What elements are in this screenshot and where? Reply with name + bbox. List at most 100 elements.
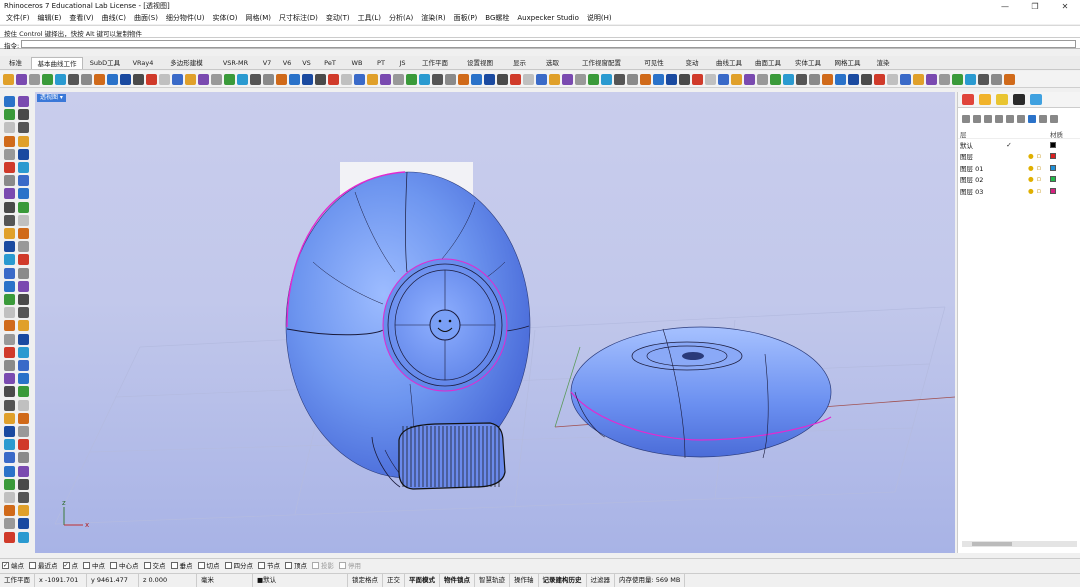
left-tool-icon[interactable] bbox=[18, 294, 29, 305]
toolbar-tool-icon[interactable] bbox=[510, 73, 521, 85]
toolbar-tool-icon[interactable] bbox=[653, 73, 664, 85]
osnap-option[interactable]: ✓ 端点 bbox=[2, 560, 24, 570]
status-toggle[interactable]: 物件锁点 bbox=[440, 573, 475, 587]
toolbar-tool-icon[interactable] bbox=[562, 73, 573, 85]
layer-color-swatch[interactable] bbox=[1050, 164, 1056, 171]
left-tool-icon[interactable] bbox=[4, 452, 15, 464]
tab-15[interactable]: 显示 bbox=[503, 57, 536, 69]
osnap-option[interactable]: 切点 bbox=[197, 560, 220, 570]
osnap-option[interactable]: 停用 bbox=[339, 560, 361, 570]
toolbar-tool-icon[interactable] bbox=[458, 73, 469, 85]
menu-item[interactable]: 细分物件(U) bbox=[162, 13, 209, 23]
menu-item[interactable]: 变动(T) bbox=[322, 13, 354, 23]
tab-21[interactable]: 曲面工具 bbox=[748, 57, 788, 69]
layer-row[interactable]: 图层 03 ● ▫ bbox=[958, 185, 1080, 197]
left-tool-icon[interactable] bbox=[18, 518, 29, 530]
osnap-option[interactable]: 节点 bbox=[258, 560, 280, 570]
left-tool-icon[interactable] bbox=[18, 109, 29, 121]
left-tool-icon[interactable] bbox=[4, 478, 15, 490]
left-tool-icon[interactable] bbox=[4, 241, 15, 253]
tab-9[interactable]: PeT bbox=[316, 57, 344, 69]
left-tool-icon[interactable] bbox=[18, 254, 29, 266]
tab-16[interactable]: 选取 bbox=[536, 57, 569, 69]
toolbar-tool-icon[interactable] bbox=[991, 73, 1002, 85]
toolbar-tool-icon[interactable] bbox=[536, 73, 547, 85]
left-tool-icon[interactable] bbox=[4, 492, 15, 503]
layer-scrollbar[interactable] bbox=[962, 541, 1077, 547]
tab-18[interactable]: 可见性 bbox=[634, 57, 674, 69]
menu-item[interactable]: 实体(O) bbox=[209, 13, 242, 23]
osnap-checkbox[interactable] bbox=[285, 561, 292, 569]
tab-0[interactable]: 标准 bbox=[0, 57, 31, 69]
tab-8[interactable]: VS bbox=[297, 57, 316, 69]
osnap-option[interactable]: 投影 bbox=[312, 560, 334, 570]
toolbar-tool-icon[interactable] bbox=[900, 73, 911, 85]
lightbulb-icon[interactable]: ● bbox=[1028, 187, 1034, 195]
menu-item[interactable]: 尺寸标注(D) bbox=[275, 13, 322, 23]
left-tool-icon[interactable] bbox=[4, 162, 15, 173]
left-tool-icon[interactable] bbox=[18, 175, 29, 187]
left-tool-icon[interactable] bbox=[4, 214, 15, 226]
layer-color-swatch[interactable] bbox=[1050, 176, 1056, 183]
toolbar-tool-icon[interactable] bbox=[315, 73, 326, 85]
status-toggle[interactable]: 锁定格点 bbox=[348, 573, 383, 587]
lightbulb-icon[interactable]: ● bbox=[1028, 175, 1034, 183]
left-tool-icon[interactable] bbox=[18, 531, 29, 543]
layer-color-swatch[interactable] bbox=[1050, 187, 1056, 194]
left-tool-icon[interactable] bbox=[18, 201, 29, 213]
close-button[interactable]: ✕ bbox=[1050, 0, 1080, 12]
toolbar-tool-icon[interactable] bbox=[224, 73, 235, 85]
left-tool-icon[interactable] bbox=[4, 439, 15, 451]
toolbar-tool-icon[interactable] bbox=[692, 73, 703, 85]
toolbar-tool-icon[interactable] bbox=[172, 73, 183, 85]
left-tool-icon[interactable] bbox=[18, 320, 29, 332]
osnap-option[interactable]: 中点 bbox=[83, 560, 105, 570]
toolbar-tool-icon[interactable] bbox=[978, 73, 989, 85]
osnap-checkbox[interactable] bbox=[312, 561, 319, 569]
osnap-option[interactable]: 垂点 bbox=[170, 560, 193, 570]
perspective-viewport[interactable]: z x 透视图 ▾ bbox=[35, 92, 955, 553]
lock-icon[interactable]: ▫ bbox=[1037, 187, 1041, 195]
menu-item[interactable]: 查看(V) bbox=[65, 13, 97, 23]
toolbar-tool-icon[interactable] bbox=[68, 73, 79, 85]
tab-1[interactable]: 基本曲线工作 bbox=[31, 57, 83, 69]
units-label[interactable]: 毫米 bbox=[197, 573, 253, 587]
osnap-option[interactable]: 最近点 bbox=[29, 560, 58, 570]
tab-22[interactable]: 实体工具 bbox=[788, 57, 828, 69]
tab-2[interactable]: SubD工具 bbox=[83, 57, 127, 69]
toolbar-tool-icon[interactable] bbox=[471, 73, 482, 85]
left-tool-icon[interactable] bbox=[18, 386, 29, 398]
menu-item[interactable]: 渲染(R) bbox=[417, 13, 449, 23]
osnap-checkbox[interactable] bbox=[258, 561, 265, 569]
toolbar-tool-icon[interactable] bbox=[575, 73, 586, 85]
osnap-checkbox[interactable]: ✓ bbox=[2, 561, 9, 569]
toolbar-tool-icon[interactable] bbox=[705, 73, 716, 85]
left-tool-icon[interactable] bbox=[4, 175, 15, 187]
move-up-icon[interactable] bbox=[995, 115, 1003, 123]
toolbar-tool-icon[interactable] bbox=[484, 73, 495, 85]
osnap-option[interactable]: 交点 bbox=[143, 560, 166, 570]
toolbar-tool-icon[interactable] bbox=[380, 73, 391, 85]
menu-item[interactable]: 分析(A) bbox=[385, 13, 417, 23]
properties-tab-icon[interactable] bbox=[962, 94, 974, 105]
toolbar-tool-icon[interactable] bbox=[1004, 73, 1015, 85]
toolbar-tool-icon[interactable] bbox=[432, 73, 443, 85]
layer-color-swatch[interactable] bbox=[1050, 153, 1056, 160]
left-tool-icon[interactable] bbox=[4, 228, 15, 239]
left-tool-icon[interactable] bbox=[18, 214, 29, 226]
left-tool-icon[interactable] bbox=[4, 465, 15, 477]
toolbar-tool-icon[interactable] bbox=[783, 73, 794, 85]
toolbar-tool-icon[interactable] bbox=[211, 73, 222, 85]
status-toggle[interactable]: 平面模式 bbox=[405, 573, 440, 587]
toolbar-tool-icon[interactable] bbox=[419, 73, 430, 85]
toolbar-tool-icon[interactable] bbox=[861, 73, 872, 85]
left-tool-icon[interactable] bbox=[4, 122, 15, 134]
left-tool-icon[interactable] bbox=[4, 412, 15, 424]
status-toggle[interactable]: 正交 bbox=[383, 573, 405, 587]
left-tool-icon[interactable] bbox=[18, 96, 29, 107]
left-tool-icon[interactable] bbox=[4, 373, 15, 385]
toolbar-tool-icon[interactable] bbox=[185, 73, 196, 85]
tab-12[interactable]: JS bbox=[392, 57, 413, 69]
left-tool-icon[interactable] bbox=[18, 188, 29, 200]
left-tool-icon[interactable] bbox=[4, 426, 15, 437]
